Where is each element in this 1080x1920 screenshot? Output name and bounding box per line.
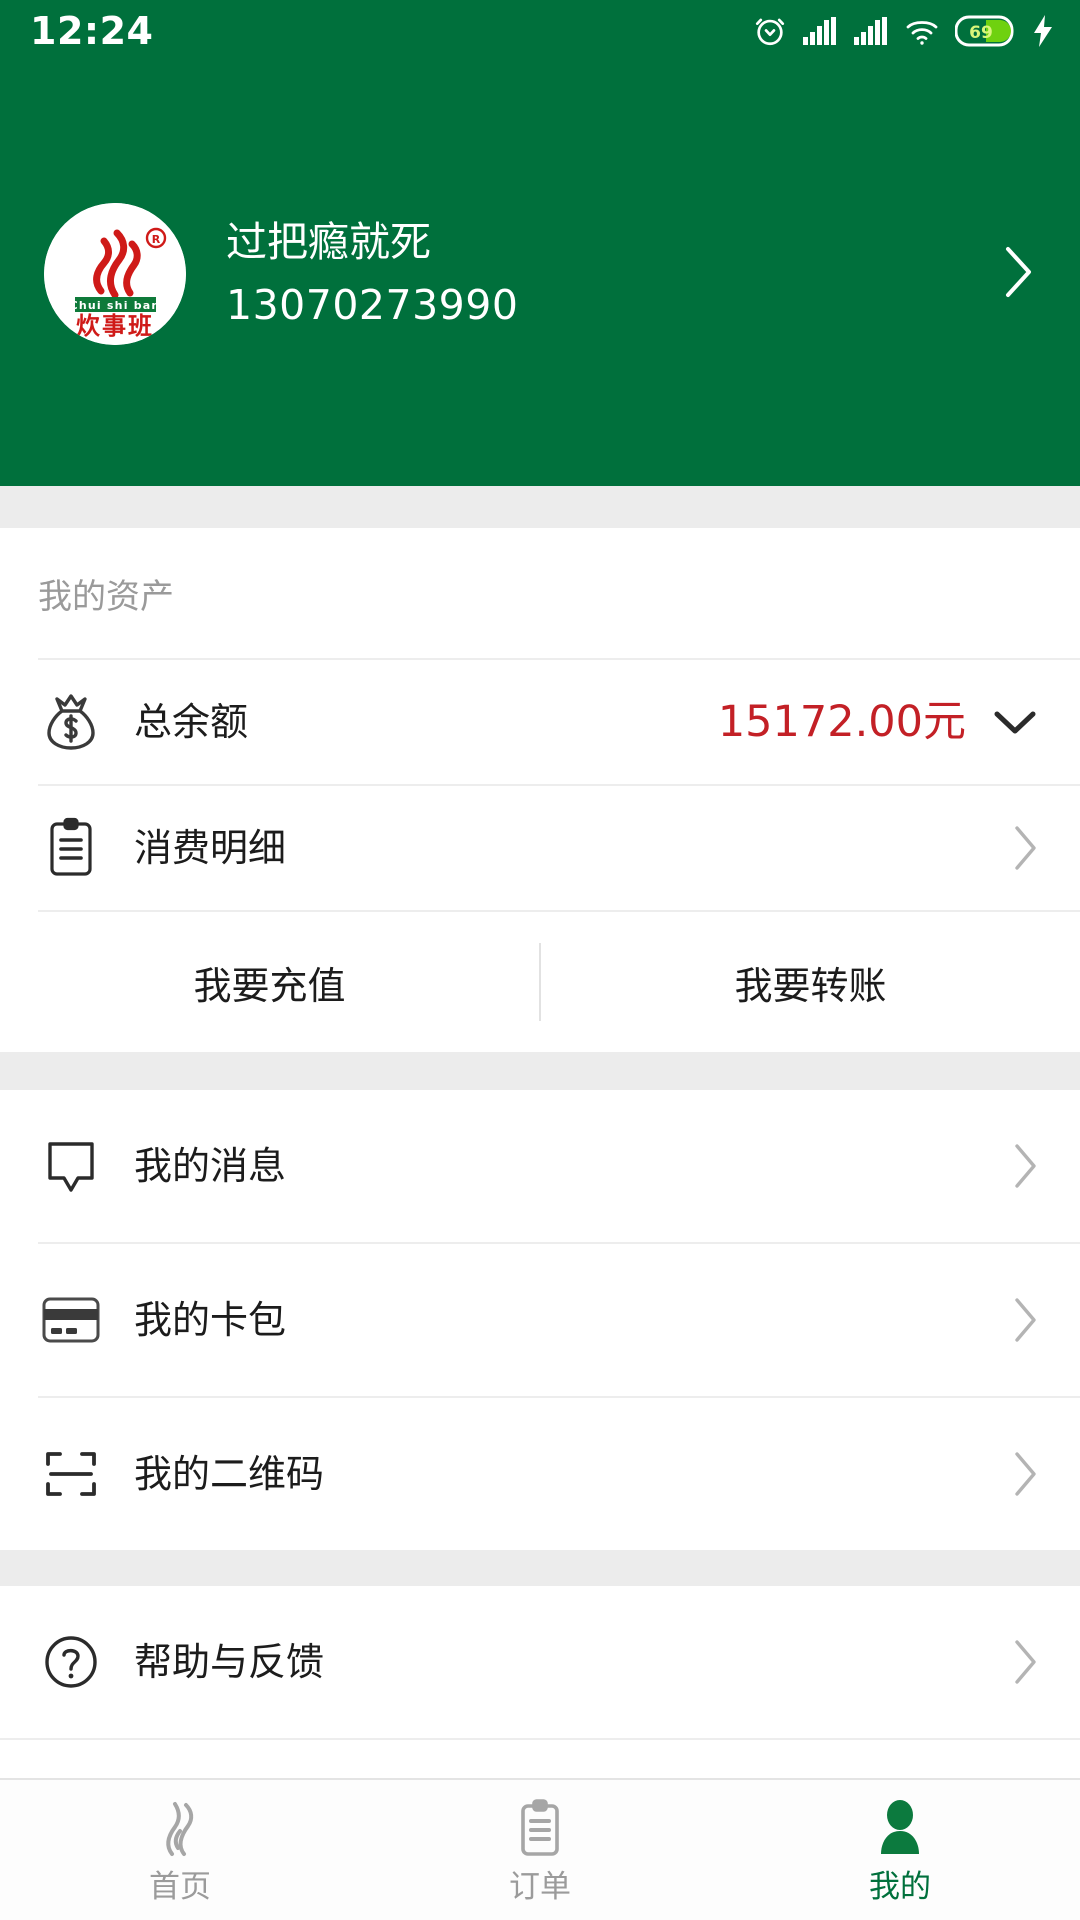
- assets-section-title: 我的资产: [38, 577, 174, 617]
- chevron-down-icon[interactable]: [990, 705, 1040, 739]
- menu-item-messages[interactable]: 我的消息: [0, 1090, 1080, 1242]
- recharge-button[interactable]: 我要充值: [0, 912, 539, 1052]
- speech-bubble-icon: [38, 1136, 104, 1196]
- qr-scan-icon: [38, 1445, 104, 1503]
- chevron-right-icon[interactable]: [1012, 1637, 1040, 1687]
- wifi-icon: [904, 16, 940, 46]
- signal-2-icon: [853, 17, 889, 45]
- svg-text:炊事班: 炊事班: [76, 312, 154, 340]
- chui-shi-ban-logo-icon: R Chui shi ban 炊事班: [44, 203, 186, 345]
- transfer-button[interactable]: 我要转账: [541, 912, 1080, 1052]
- alarm-icon: [753, 14, 787, 48]
- money-bag-icon: [38, 691, 104, 753]
- total-balance-row[interactable]: 总余额 15172.00元: [0, 660, 1080, 784]
- chevron-right-icon[interactable]: [1012, 1141, 1040, 1191]
- tab-label: 我的: [869, 1868, 931, 1905]
- tab-home[interactable]: 首页: [0, 1798, 360, 1903]
- status-bar-icons: 69: [753, 14, 1054, 48]
- clipboard-list-icon: [38, 817, 104, 879]
- credit-card-icon: [38, 1296, 104, 1344]
- bottom-tab-bar: 首页 订单 我的: [0, 1778, 1080, 1920]
- tab-orders[interactable]: 订单: [360, 1798, 720, 1903]
- assets-card: 我的资产 总余额 15172.00元 消费明细 我要充值 我要转账: [0, 528, 1080, 1052]
- clipboard-icon: [513, 1798, 567, 1860]
- menu-item-label: 我的卡包: [134, 1298, 287, 1342]
- status-bar-clock: 12:24: [30, 9, 154, 53]
- profile-phone: 13070273990: [226, 281, 519, 329]
- menu-item-help[interactable]: 帮助与反馈: [0, 1586, 1080, 1738]
- status-bar: 12:24 69: [0, 0, 1080, 62]
- charging-bolt-icon: [1032, 15, 1054, 47]
- menu-item-cards[interactable]: 我的卡包: [0, 1244, 1080, 1396]
- profile-name: 过把瘾就死: [226, 217, 431, 266]
- chevron-right-icon[interactable]: [1012, 823, 1040, 873]
- tab-mine[interactable]: 我的: [720, 1798, 1080, 1903]
- question-circle-icon: [38, 1633, 104, 1691]
- chevron-right-icon[interactable]: [1012, 1449, 1040, 1499]
- content-spacer: [0, 1740, 1080, 1778]
- chevron-right-icon[interactable]: [1002, 243, 1036, 305]
- app-screen: 12:24 69 R Chui shi ban 炊事班 过把瘾就死 130702…: [0, 0, 1080, 1920]
- svg-text:R: R: [152, 233, 161, 246]
- menu-item-label: 帮助与反馈: [134, 1640, 325, 1684]
- avatar[interactable]: R Chui shi ban 炊事班: [44, 203, 186, 345]
- flame-icon: [152, 1798, 208, 1860]
- section-gap-3: [0, 1550, 1080, 1586]
- total-balance-label: 总余额: [134, 700, 249, 744]
- asset-actions: 我要充值 我要转账: [0, 912, 1080, 1052]
- support-card: 帮助与反馈: [0, 1586, 1080, 1740]
- section-gap-2: [0, 1052, 1080, 1090]
- menu-card: 我的消息 我的卡包 我的二维码: [0, 1090, 1080, 1550]
- svg-text:69: 69: [969, 23, 993, 43]
- chevron-right-icon[interactable]: [1012, 1295, 1040, 1345]
- total-balance-value: 15172.00元: [717, 696, 966, 747]
- person-icon: [873, 1798, 927, 1860]
- battery-icon: 69: [955, 15, 1017, 47]
- tab-label: 首页: [149, 1868, 211, 1905]
- section-gap-1: [0, 486, 1080, 528]
- tab-label: 订单: [509, 1868, 571, 1905]
- svg-text:Chui shi ban: Chui shi ban: [70, 299, 161, 312]
- signal-1-icon: [802, 17, 838, 45]
- profile-text-block: 过把瘾就死 13070273990: [226, 217, 519, 329]
- consumption-details-label: 消费明细: [134, 826, 287, 870]
- consumption-details-row[interactable]: 消费明细: [0, 786, 1080, 910]
- profile-header[interactable]: R Chui shi ban 炊事班 过把瘾就死 13070273990: [0, 62, 1080, 486]
- menu-item-label: 我的二维码: [134, 1452, 325, 1496]
- menu-item-qrcode[interactable]: 我的二维码: [0, 1398, 1080, 1550]
- menu-item-label: 我的消息: [134, 1144, 287, 1188]
